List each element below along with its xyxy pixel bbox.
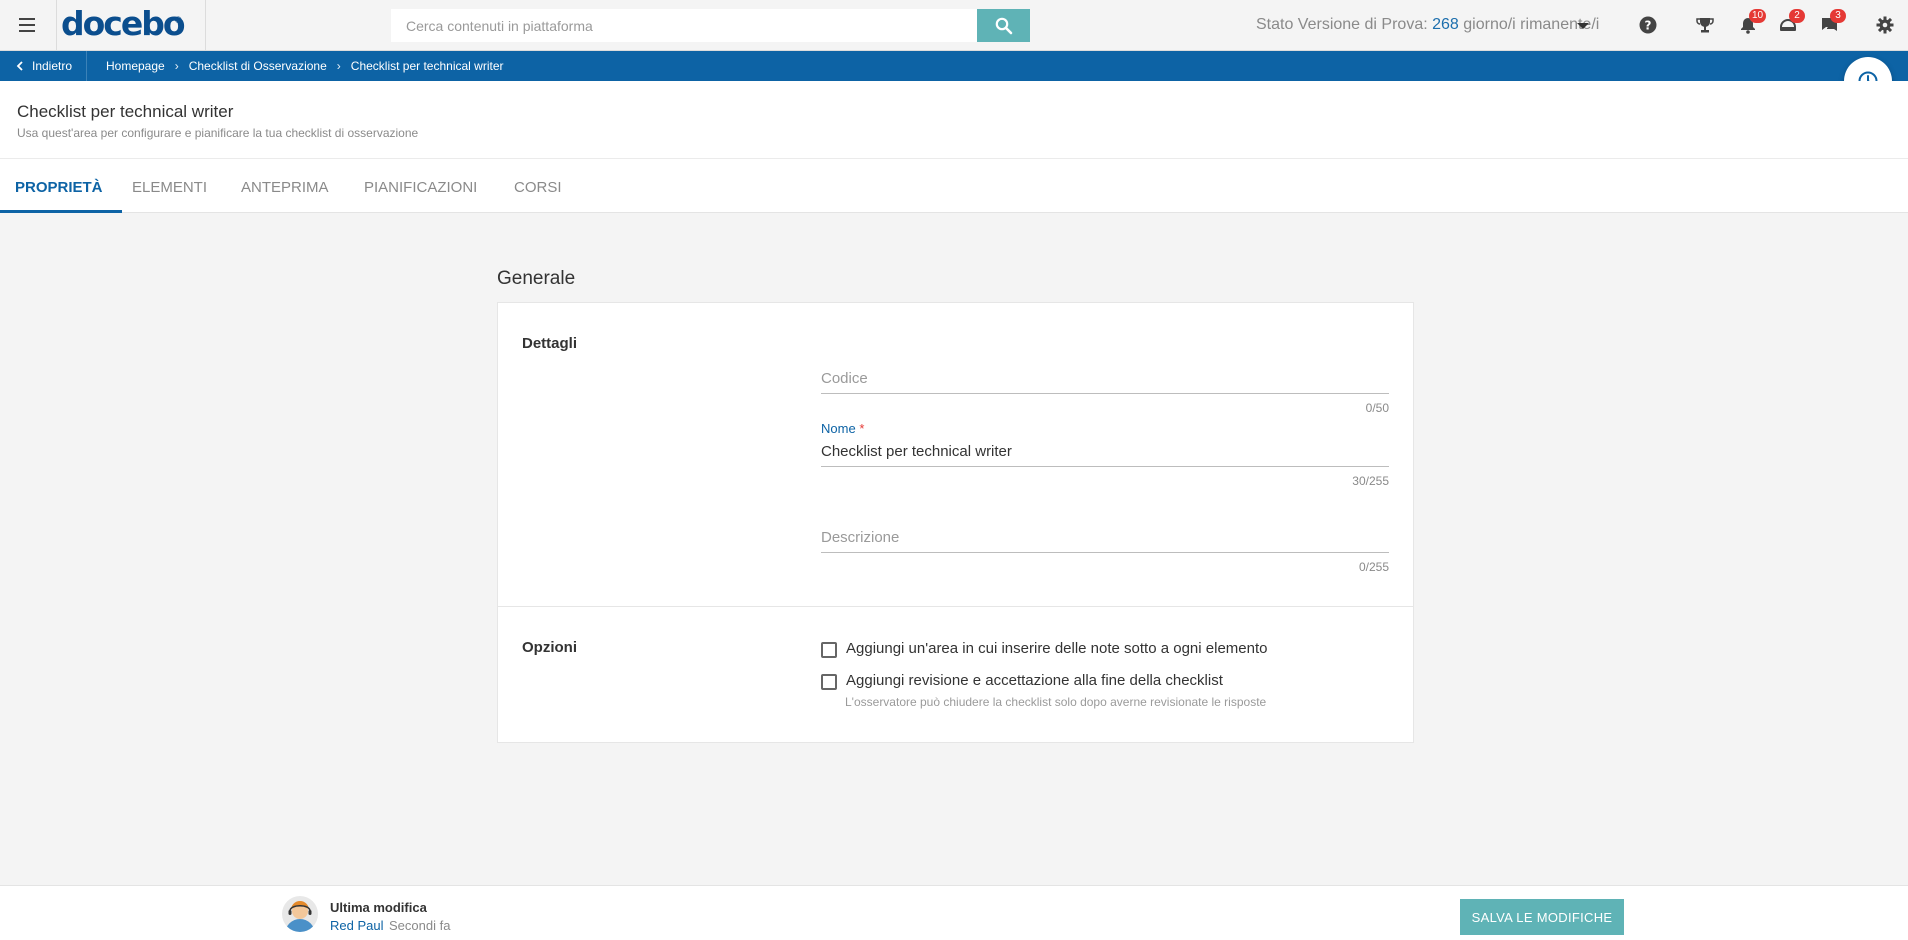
divider [498, 606, 1413, 607]
chevron-right-icon: › [336, 59, 341, 73]
logo-text: docebo [61, 4, 186, 43]
back-label: Indietro [32, 59, 73, 73]
breadcrumb: Indietro Homepage › Checklist di Osserva… [0, 51, 1908, 81]
search-icon [995, 17, 1012, 34]
description-counter: 0/255 [1358, 560, 1389, 574]
general-card: Dettagli 0/50 Nome * 30/255 0/255 Opzion… [497, 302, 1414, 743]
notifications-badge: 10 [1749, 9, 1767, 23]
logo[interactable]: docebo ® [56, 0, 206, 51]
description-input[interactable] [821, 523, 1389, 553]
modified-time: Secondi fa [389, 918, 451, 933]
name-input[interactable] [821, 437, 1389, 467]
breadcrumb-observation-checklists[interactable]: Checklist di Osservazione [189, 59, 327, 73]
chevron-down-icon[interactable] [1577, 23, 1589, 29]
messages-badge: 3 [1830, 9, 1846, 23]
back-button[interactable]: Indietro [0, 51, 88, 81]
coach-icon[interactable]: 2 [1777, 9, 1805, 36]
code-field: 0/50 [821, 348, 1389, 415]
assignments-badge: 2 [1789, 9, 1805, 23]
option-review-label: Aggiungi revisione e accettazione alla f… [846, 672, 1223, 689]
name-field: Nome * 30/255 [821, 421, 1389, 488]
option-review-checkbox[interactable]: Aggiungi revisione e accettazione alla f… [821, 672, 1223, 690]
help-icon[interactable]: ? [1637, 14, 1659, 36]
section-title-general: Generale [497, 268, 576, 289]
gear-icon[interactable] [1874, 14, 1896, 36]
chevron-right-icon: › [174, 59, 179, 73]
svg-text:?: ? [1645, 19, 1652, 33]
required-mark: * [859, 421, 865, 436]
search-button[interactable] [977, 9, 1030, 42]
page-header: Checklist per technical writer Usa quest… [0, 81, 1908, 159]
tab-schedules[interactable]: PIANIFICAZIONI [364, 159, 477, 213]
breadcrumb-homepage[interactable]: Homepage [106, 59, 165, 73]
tab-courses[interactable]: CORSI [514, 159, 562, 213]
name-label: Nome * [821, 421, 1389, 437]
top-header: docebo ® Stato Versione di Prova: 268 gi… [0, 0, 1908, 51]
name-counter: 30/255 [1352, 474, 1389, 488]
last-modified-label: Ultima modifica [330, 900, 427, 915]
modified-by-user[interactable]: Red Paul [330, 918, 383, 933]
menu-icon[interactable] [14, 14, 40, 36]
option-notes-checkbox[interactable]: Aggiungi un'area in cui inserire delle n… [821, 640, 1267, 658]
avatar [282, 896, 318, 932]
tab-bar: PROPRIETÀ ELEMENTI ANTEPRIMA PIANIFICAZI… [0, 159, 1908, 213]
checkbox[interactable] [821, 642, 837, 658]
tab-preview[interactable]: ANTEPRIMA [241, 159, 329, 213]
description-field: 0/255 [821, 507, 1389, 574]
chevron-left-icon [16, 61, 23, 71]
footer: Ultima modifica Red Paul Secondi fa SALV… [0, 885, 1908, 940]
page-subtitle: Usa quest'area per configurare e pianifi… [17, 126, 419, 140]
chat-icon[interactable]: 3 [1818, 9, 1846, 36]
page-title: Checklist per technical writer [17, 102, 234, 121]
breadcrumb-current: Checklist per technical writer [350, 59, 504, 73]
trophy-icon[interactable] [1694, 14, 1716, 36]
bell-icon[interactable]: 10 [1737, 9, 1767, 36]
option-review-hint: L'osservatore può chiudere la checklist … [845, 695, 1267, 709]
search-bar [391, 9, 1030, 42]
name-label-text: Nome [821, 421, 856, 436]
search-input[interactable] [391, 9, 977, 42]
checkbox[interactable] [821, 674, 837, 690]
options-label: Opzioni [522, 639, 577, 656]
details-label: Dettagli [522, 335, 578, 352]
logo-registered-mark: ® [175, 15, 182, 25]
tab-properties[interactable]: PROPRIETÀ [0, 159, 122, 213]
save-button[interactable]: SALVA LE MODIFICHE [1460, 899, 1624, 935]
trial-status: Stato Versione di Prova: 268 giorno/i ri… [1256, 16, 1599, 34]
trial-prefix: Stato Versione di Prova: [1256, 16, 1433, 33]
tab-elements[interactable]: ELEMENTI [132, 159, 207, 213]
code-input[interactable] [821, 364, 1389, 394]
code-counter: 0/50 [1365, 401, 1389, 415]
trial-days: 268 [1432, 16, 1459, 33]
option-notes-label: Aggiungi un'area in cui inserire delle n… [846, 640, 1268, 657]
